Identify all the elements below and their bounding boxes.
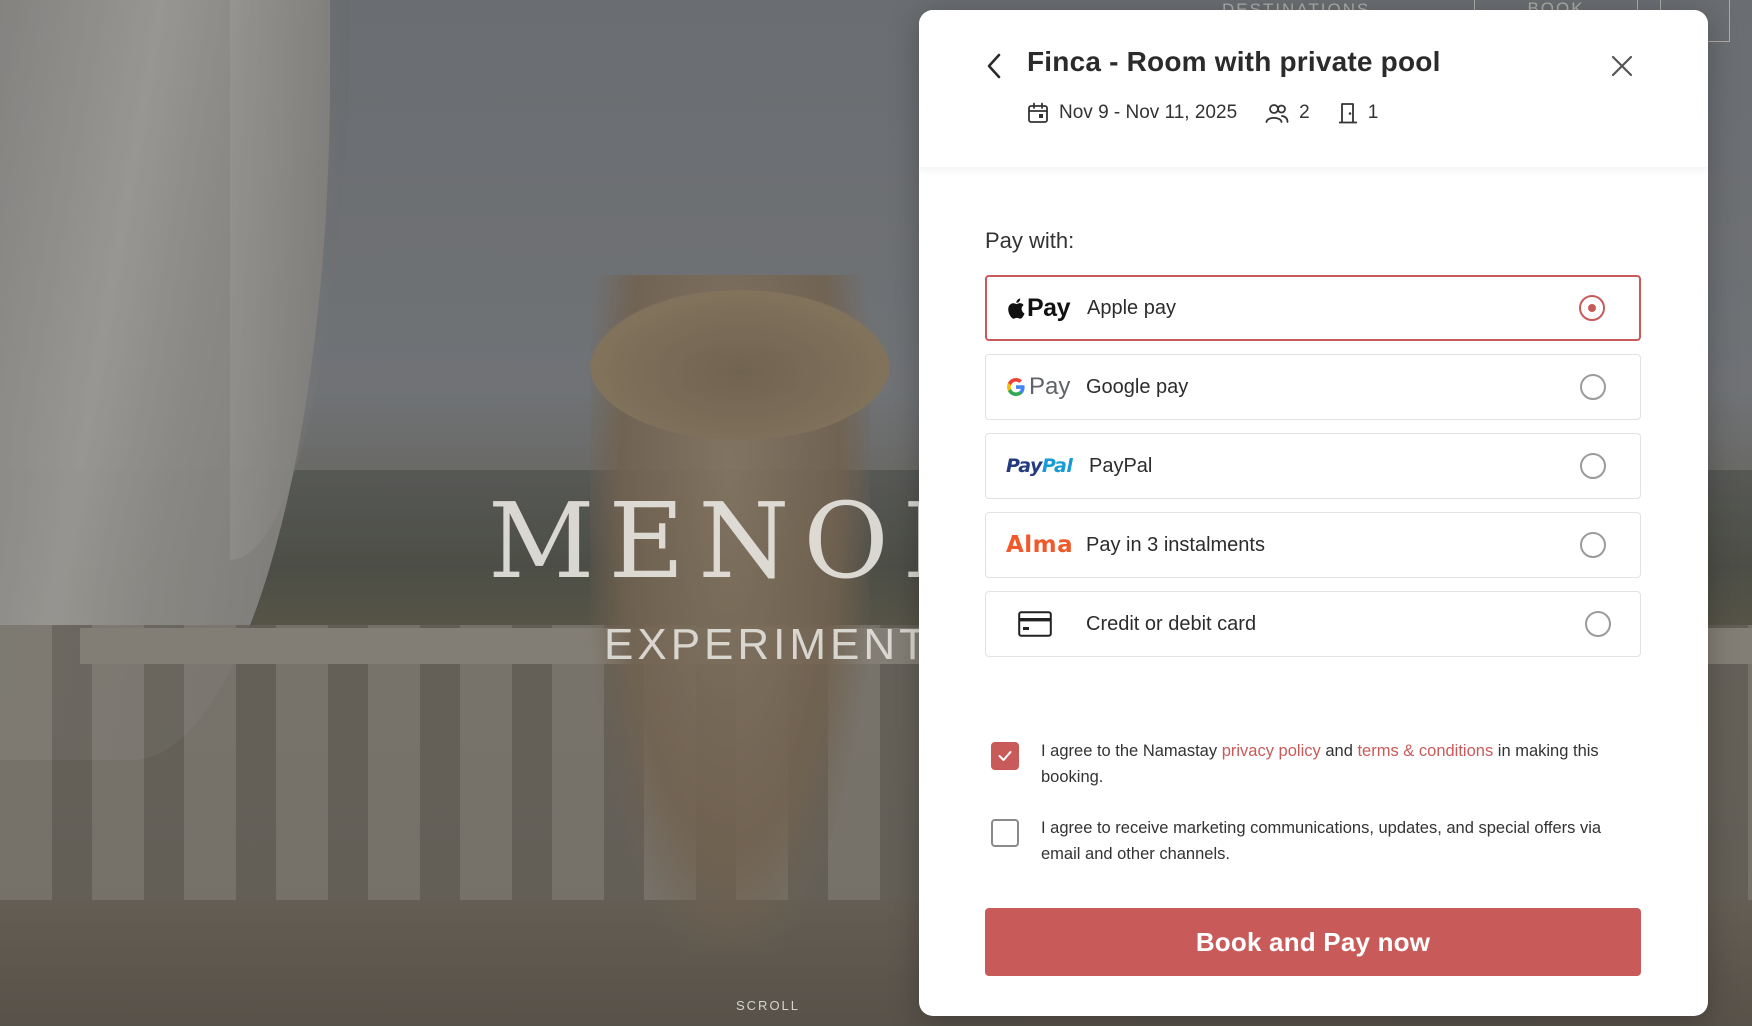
radio-alma[interactable] (1580, 532, 1606, 558)
radio-paypal[interactable] (1580, 453, 1606, 479)
rooms-count: 1 (1367, 102, 1379, 123)
guests-count: 2 (1299, 102, 1310, 123)
apple-pay-logo: Pay (987, 294, 1087, 323)
modal-header: Finca - Room with private pool Nov 9 - N… (919, 10, 1708, 167)
paypal-logo: PayPal (986, 455, 1089, 477)
terms-conditions-link[interactable]: terms & conditions (1357, 742, 1493, 760)
guests-icon (1265, 104, 1289, 123)
payment-option-alma[interactable]: Alma Pay in 3 instalments (985, 512, 1641, 578)
marketing-checkbox[interactable] (991, 819, 1019, 847)
dates-text: Nov 9 - Nov 11, 2025 (1059, 102, 1238, 123)
card-logo (986, 611, 1086, 637)
booking-summary: Nov 9 - Nov 11, 2025 2 1 (1027, 102, 1396, 124)
rooms-summary: 1 (1338, 102, 1379, 124)
payment-option-card[interactable]: Credit or debit card (985, 591, 1641, 657)
scroll-hint: SCROLL (736, 998, 801, 1013)
consent-terms: I agree to the Namastay privacy policy a… (991, 738, 1631, 790)
modal-title: Finca - Room with private pool (1027, 46, 1441, 77)
consent-marketing: I agree to receive marketing communicati… (991, 815, 1631, 867)
payment-options: Pay Apple pay Pay Google pay PayPal PayP… (985, 275, 1641, 670)
google-pay-wordmark: Pay (1029, 373, 1071, 400)
payment-option-google-pay[interactable]: Pay Google pay (985, 354, 1641, 420)
back-button[interactable] (979, 46, 1009, 86)
guests-summary: 2 (1265, 102, 1310, 124)
chevron-left-icon (987, 53, 1001, 79)
payment-option-label: Credit or debit card (1086, 612, 1257, 635)
door-icon (1338, 103, 1357, 124)
booking-modal: Finca - Room with private pool Nov 9 - N… (919, 10, 1708, 1016)
payment-option-label: PayPal (1089, 454, 1153, 477)
apple-icon (1008, 298, 1025, 319)
alma-wordmark: Alma (1006, 532, 1074, 558)
book-and-pay-button[interactable]: Book and Pay now (985, 908, 1641, 976)
apple-pay-wordmark: Pay (1027, 293, 1070, 322)
radio-google-pay[interactable] (1580, 374, 1606, 400)
google-g-icon (1007, 378, 1025, 396)
alma-logo: Alma (986, 532, 1086, 558)
terms-text: I agree to the Namastay privacy policy a… (1041, 738, 1631, 790)
payment-option-paypal[interactable]: PayPal PayPal (985, 433, 1641, 499)
terms-text-before: I agree to the Namastay (1041, 742, 1218, 760)
dates-summary: Nov 9 - Nov 11, 2025 (1027, 102, 1237, 124)
pay-with-label: Pay with: (985, 228, 1075, 253)
terms-checkbox[interactable] (991, 742, 1019, 770)
radio-card[interactable] (1585, 611, 1611, 637)
credit-card-icon (1018, 611, 1052, 637)
checkmark-icon (998, 751, 1012, 761)
radio-apple-pay[interactable] (1579, 295, 1605, 321)
close-button[interactable] (1602, 46, 1642, 86)
payment-option-apple-pay[interactable]: Pay Apple pay (985, 275, 1641, 341)
terms-text-and: and (1325, 742, 1353, 760)
payment-option-label: Google pay (1086, 375, 1189, 398)
payment-option-label: Apple pay (1087, 296, 1176, 319)
paypal-wordmark: PayPal (1006, 455, 1073, 477)
google-pay-logo: Pay (986, 373, 1086, 401)
calendar-icon (1028, 102, 1048, 123)
marketing-text: I agree to receive marketing communicati… (1041, 819, 1602, 863)
close-icon (1611, 55, 1633, 77)
privacy-policy-link[interactable]: privacy policy (1222, 742, 1321, 760)
payment-option-label: Pay in 3 instalments (1086, 533, 1265, 556)
